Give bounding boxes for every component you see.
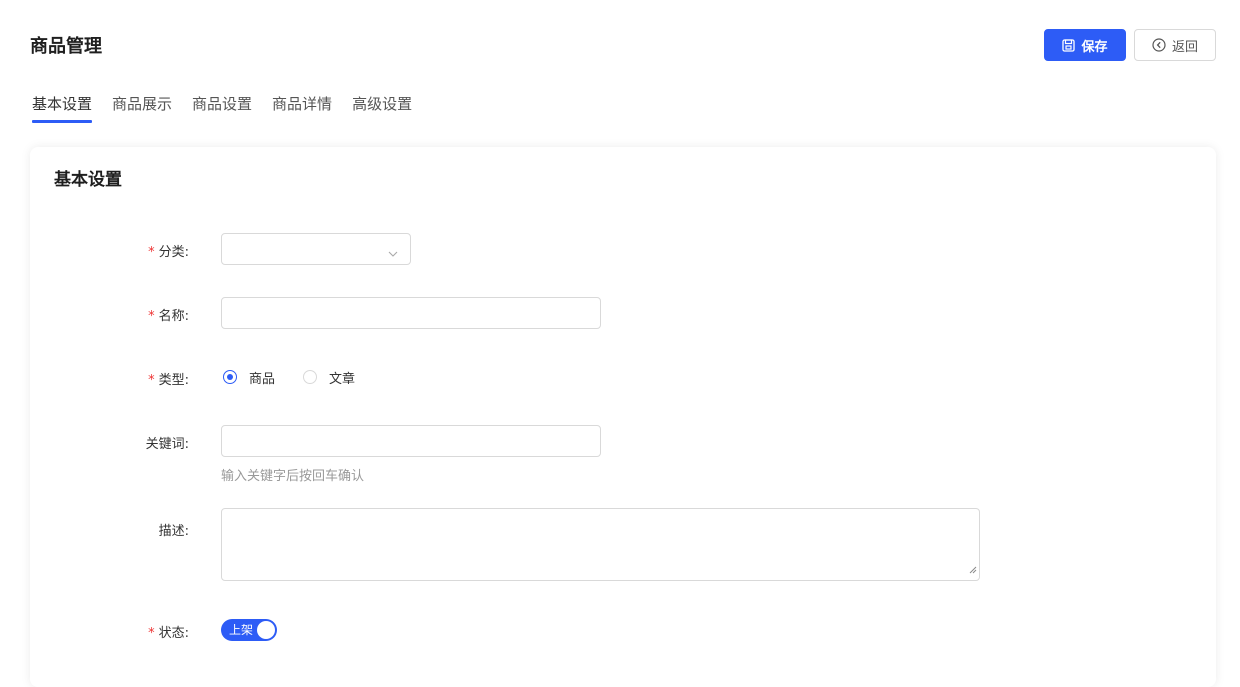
- category-select[interactable]: [221, 233, 411, 265]
- basic-settings-card: 基本设置 * 分类: * 名称: * 类型: 商品 文章 关键词: 输入关键字后…: [30, 147, 1216, 687]
- name-input[interactable]: [221, 297, 601, 329]
- required-mark: *: [148, 626, 155, 641]
- switch-knob: [257, 621, 275, 639]
- tab-bar: 基本设置 商品展示 商品设置 商品详情 高级设置: [32, 92, 412, 124]
- tab-advanced-settings[interactable]: 高级设置: [352, 92, 412, 124]
- radio-checked-icon: [223, 370, 237, 384]
- save-button[interactable]: 保存: [1044, 29, 1126, 61]
- keywords-label: 关键词:: [145, 437, 189, 452]
- save-icon: [1062, 38, 1076, 52]
- chevron-down-icon: [388, 244, 398, 263]
- type-radio-article[interactable]: 文章: [303, 368, 355, 387]
- page-title: 商品管理: [30, 36, 102, 57]
- status-row: * 状态: 上架: [30, 619, 1216, 641]
- category-label: * 分类:: [148, 245, 189, 260]
- type-label: * 类型:: [148, 373, 189, 388]
- name-label: * 名称:: [148, 309, 189, 324]
- back-circle-icon: [1152, 38, 1166, 52]
- tab-product-display[interactable]: 商品展示: [112, 92, 172, 124]
- status-switch[interactable]: 上架: [221, 619, 277, 641]
- radio-unchecked-icon: [303, 370, 318, 384]
- description-textarea[interactable]: [221, 508, 980, 581]
- type-radio-group: 商品 文章: [223, 367, 371, 387]
- description-row: 描述:: [30, 508, 1216, 581]
- resize-grip-icon[interactable]: [969, 559, 977, 578]
- section-title: 基本设置: [54, 170, 122, 190]
- category-row: * 分类:: [30, 233, 1216, 265]
- tab-basic-settings[interactable]: 基本设置: [32, 92, 93, 124]
- switch-on-text: 上架: [229, 623, 254, 637]
- back-button[interactable]: 返回: [1134, 29, 1216, 61]
- keywords-input[interactable]: [221, 425, 601, 457]
- back-button-label: 返回: [1171, 39, 1198, 55]
- status-label: * 状态:: [148, 626, 189, 641]
- type-radio-product[interactable]: 商品: [223, 368, 275, 387]
- tab-product-details[interactable]: 商品详情: [272, 92, 332, 124]
- save-button-label: 保存: [1081, 39, 1108, 55]
- keywords-help-text: 输入关键字后按回车确认: [221, 469, 365, 484]
- required-mark: *: [148, 373, 155, 388]
- required-mark: *: [148, 245, 155, 260]
- required-mark: *: [148, 309, 155, 324]
- tab-product-settings[interactable]: 商品设置: [192, 92, 252, 124]
- description-label: 描述:: [158, 524, 189, 539]
